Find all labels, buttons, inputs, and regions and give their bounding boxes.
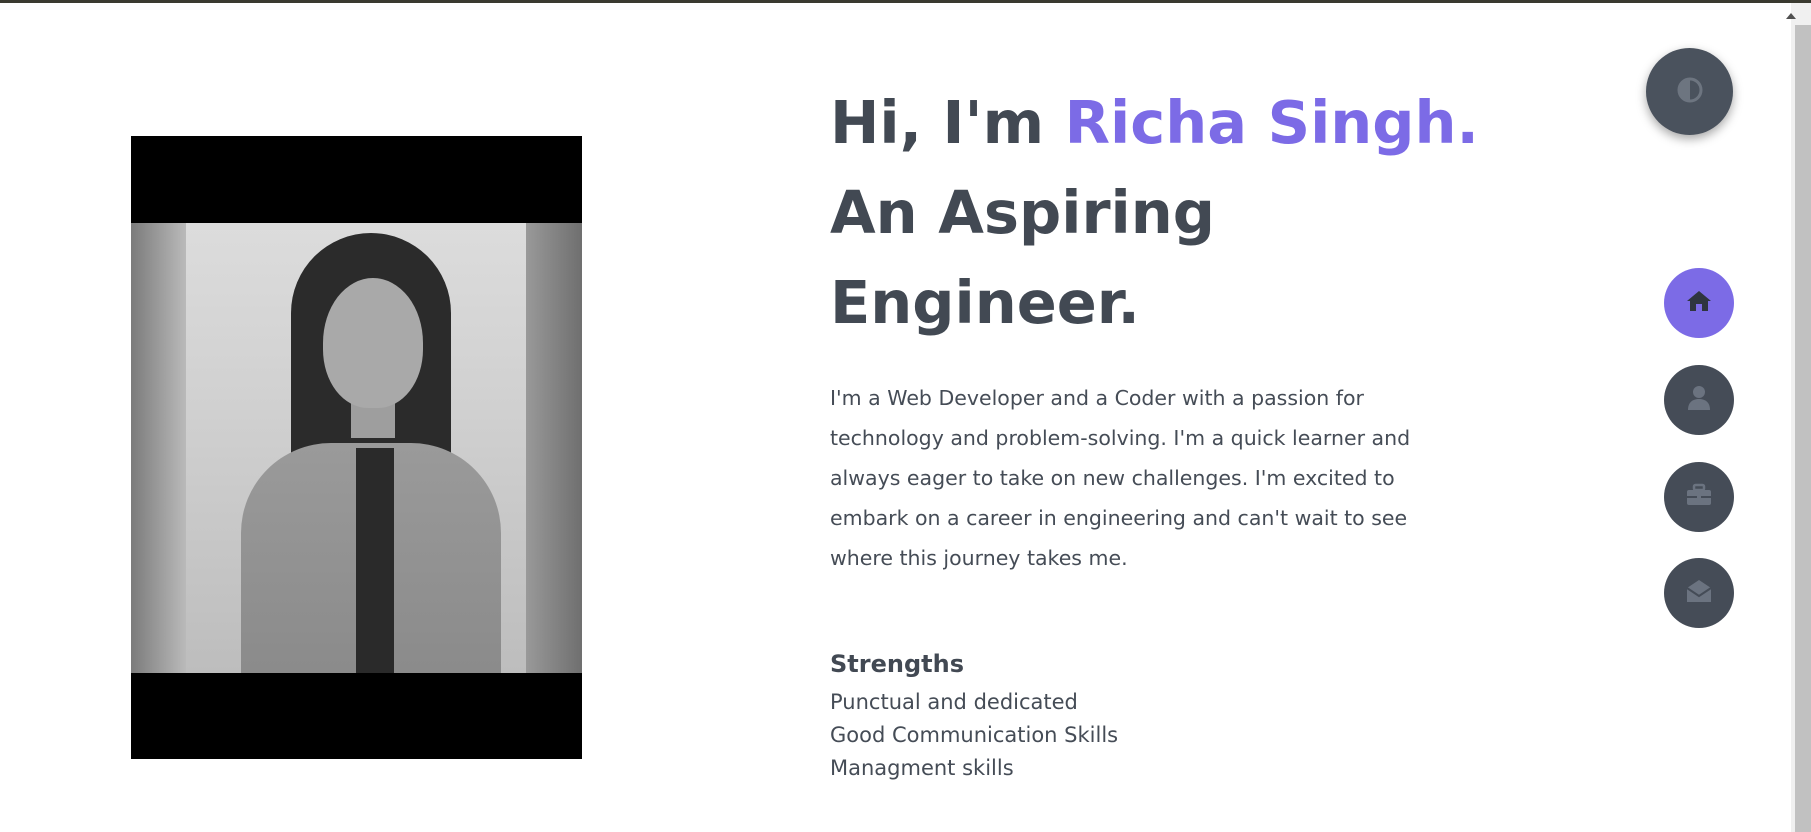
nav-portfolio-button[interactable] xyxy=(1664,462,1734,532)
list-item: Good Communication Skills xyxy=(830,723,1119,747)
scrollbar-thumb[interactable] xyxy=(1795,25,1811,832)
page-scrollbar[interactable] xyxy=(1771,3,1811,832)
nav-home-button[interactable] xyxy=(1664,268,1734,338)
profile-photo-image xyxy=(131,223,582,673)
photo-shirt xyxy=(356,448,394,673)
intro-paragraph: I'm a Web Developer and a Coder with a p… xyxy=(830,386,1411,570)
photo-face xyxy=(323,278,423,408)
scroll-up-button[interactable] xyxy=(1771,3,1811,25)
contrast-icon xyxy=(1677,77,1703,107)
strengths-list: Punctual and dedicated Good Communicatio… xyxy=(830,686,1118,785)
theme-toggle-button[interactable] xyxy=(1646,48,1733,135)
list-item: Managment skills xyxy=(830,756,1014,780)
heading-line-1: Hi, I'm Richa Singh. xyxy=(830,78,1479,168)
user-icon xyxy=(1687,385,1711,415)
home-icon xyxy=(1685,289,1713,317)
envelope-open-icon xyxy=(1685,578,1713,608)
chevron-up-icon xyxy=(1785,5,1797,24)
name-highlight: Richa Singh. xyxy=(1064,88,1479,157)
nav-contact-button[interactable] xyxy=(1664,558,1734,628)
scrollbar-gutter xyxy=(1771,3,1791,832)
nav-about-button[interactable] xyxy=(1664,365,1734,435)
hero-heading: Hi, I'm Richa Singh. An Aspiring Enginee… xyxy=(830,78,1479,348)
briefcase-icon xyxy=(1685,483,1713,511)
heading-line-3: Engineer. xyxy=(830,268,1140,337)
strengths-title: Strengths xyxy=(830,650,964,678)
heading-line-2: An Aspiring xyxy=(830,178,1215,247)
greeting-text: Hi, I'm xyxy=(830,88,1065,157)
profile-photo xyxy=(131,136,582,759)
list-item: Punctual and dedicated xyxy=(830,690,1078,714)
window-top-border xyxy=(0,0,1811,3)
